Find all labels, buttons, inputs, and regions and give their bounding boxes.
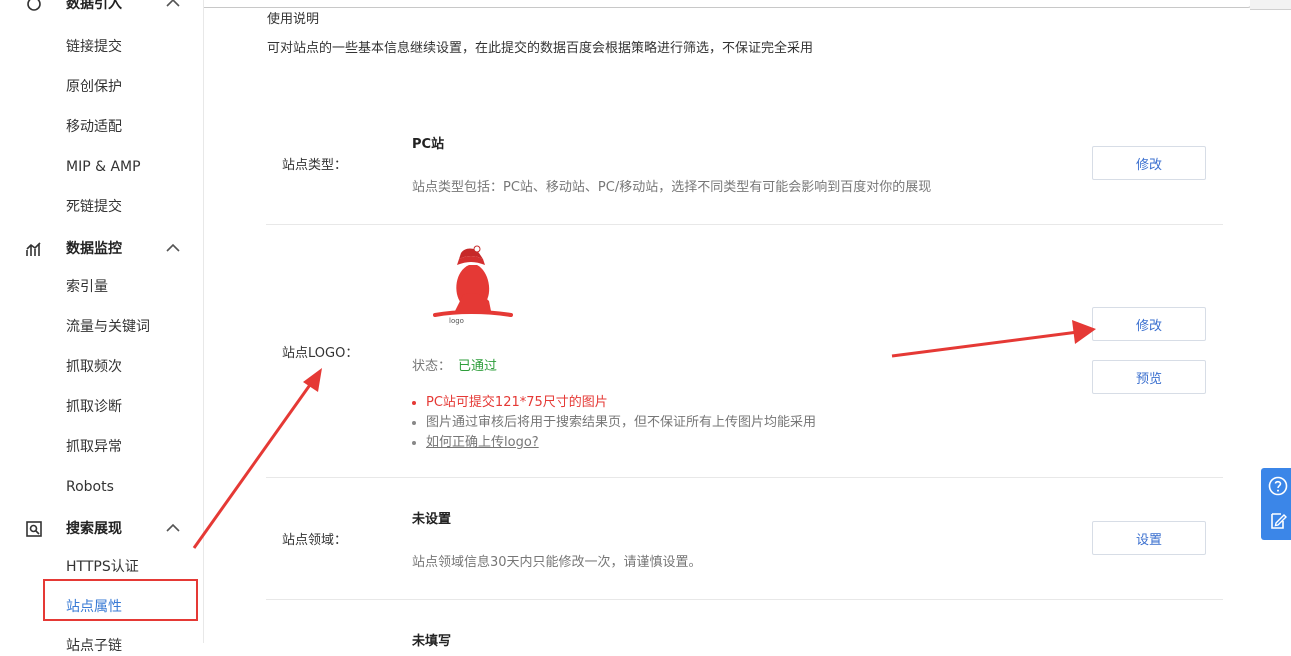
chevron-up-icon xyxy=(166,523,180,532)
intro-title: 使用说明 xyxy=(267,12,320,27)
site-logo-image: logo xyxy=(433,245,513,325)
annotation-highlight-box xyxy=(43,579,198,621)
sidebar-group-data-import[interactable]: 数据引入 xyxy=(0,0,203,14)
site-logo-modify-button[interactable]: 修改 xyxy=(1092,307,1206,341)
intro-description: 可对站点的一些基本信息继续设置，在此提交的数据百度会根据策略进行筛选，不保证完全… xyxy=(267,41,814,56)
chevron-up-icon xyxy=(166,0,180,7)
site-type-value: PC站 xyxy=(412,137,445,152)
chart-monitor-icon xyxy=(26,242,41,256)
main-content: 使用说明 可对站点的一些基本信息继续设置，在此提交的数据百度会根据策略进行筛选，… xyxy=(203,0,1291,649)
next-row-value: 未填写 xyxy=(412,634,452,649)
sidebar-item-https[interactable]: HTTPS认证 xyxy=(66,557,139,577)
sidebar-item-traffic-keywords[interactable]: 流量与关键词 xyxy=(66,317,150,337)
site-type-hint: 站点类型包括：PC站、移动站、PC/移动站，选择不同类型有可能会影响到百度对你的… xyxy=(412,180,932,195)
chevron-up-icon xyxy=(166,243,180,252)
logo-status-value: 已通过 xyxy=(458,359,498,374)
feedback-edit-icon[interactable] xyxy=(1268,511,1288,531)
site-domain-label: 站点领域： xyxy=(282,533,348,548)
site-logo-preview-button[interactable]: 预览 xyxy=(1092,360,1206,394)
row-divider xyxy=(266,224,1223,225)
logo-notes-list: PC站可提交121*75尺寸的图片 图片通过审核后将用于搜索结果页，但不保证所有… xyxy=(412,393,816,453)
sidebar-item-crawl-frequency[interactable]: 抓取频次 xyxy=(66,357,122,377)
site-type-modify-button[interactable]: 修改 xyxy=(1092,146,1206,180)
sidebar: 数据引入 链接提交 原创保护 移动适配 MIP & AMP 死链提交 数据监控 … xyxy=(0,0,204,654)
sidebar-item-crawl-errors[interactable]: 抓取异常 xyxy=(66,437,122,457)
site-logo-label: 站点LOGO： xyxy=(282,346,359,361)
logo-help-link[interactable]: 如何正确上传logo? xyxy=(412,433,816,453)
svg-text:logo: logo xyxy=(449,317,464,325)
data-import-icon xyxy=(27,0,41,11)
sidebar-group-data-monitor[interactable]: 数据监控 xyxy=(0,239,203,259)
logo-review-note: 图片通过审核后将用于搜索结果页，但不保证所有上传图片均能采用 xyxy=(412,413,816,433)
sidebar-group-label: 搜索展现 xyxy=(66,521,122,537)
sidebar-item-mip-amp[interactable]: MIP & AMP xyxy=(66,157,141,177)
help-icon[interactable] xyxy=(1268,476,1288,496)
sidebar-group-label: 数据引入 xyxy=(66,0,122,12)
row-divider xyxy=(266,477,1223,478)
sidebar-item-original-protect[interactable]: 原创保护 xyxy=(66,77,122,97)
sidebar-item-crawl-diagnosis[interactable]: 抓取诊断 xyxy=(66,397,122,417)
sidebar-group-label: 数据监控 xyxy=(66,241,122,257)
row-divider xyxy=(266,599,1223,600)
site-domain-set-button[interactable]: 设置 xyxy=(1092,521,1206,555)
site-domain-hint: 站点领域信息30天内只能修改一次，请谨慎设置。 xyxy=(412,555,702,570)
sidebar-item-dead-link[interactable]: 死链提交 xyxy=(66,197,122,217)
search-display-icon xyxy=(26,521,42,537)
sidebar-item-index-count[interactable]: 索引量 xyxy=(66,277,108,297)
logo-status-label: 状态： xyxy=(412,359,452,374)
sidebar-group-search-display[interactable]: 搜索展现 xyxy=(0,519,203,539)
site-type-label: 站点类型： xyxy=(282,158,348,173)
sidebar-item-mobile-adapt[interactable]: 移动适配 xyxy=(66,117,122,137)
site-domain-value: 未设置 xyxy=(412,512,452,527)
logo-size-note: PC站可提交121*75尺寸的图片 xyxy=(412,393,816,413)
sidebar-item-link-submit[interactable]: 链接提交 xyxy=(66,37,122,57)
floating-toolbar xyxy=(1261,468,1291,540)
sidebar-item-sitelinks[interactable]: 站点子链 xyxy=(66,636,122,656)
sidebar-item-robots[interactable]: Robots xyxy=(66,477,114,497)
